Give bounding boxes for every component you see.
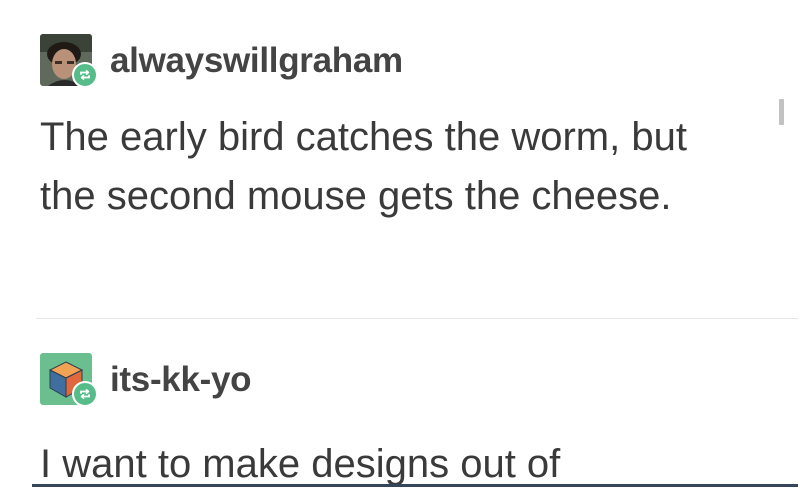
avatar-container[interactable] (40, 34, 98, 88)
bottom-rule (32, 484, 798, 487)
avatar-container[interactable] (40, 353, 98, 407)
post-username[interactable]: alwayswillgraham (110, 43, 403, 78)
reblog-icon (72, 62, 98, 88)
reblog-icon (72, 381, 98, 407)
post-divider (36, 318, 798, 319)
scrollbar-thumb[interactable] (779, 99, 784, 125)
post-body-text: The early bird catches the worm, but the… (40, 115, 687, 218)
post-header: its-kk-yo (40, 351, 252, 407)
post-header: alwayswillgraham (40, 32, 403, 88)
post-username[interactable]: its-kk-yo (110, 362, 252, 397)
reblog-post-1: alwayswillgraham The early bird catches … (0, 0, 800, 320)
reblog-post-2: its-kk-yo I want to make designs out of (0, 320, 800, 492)
